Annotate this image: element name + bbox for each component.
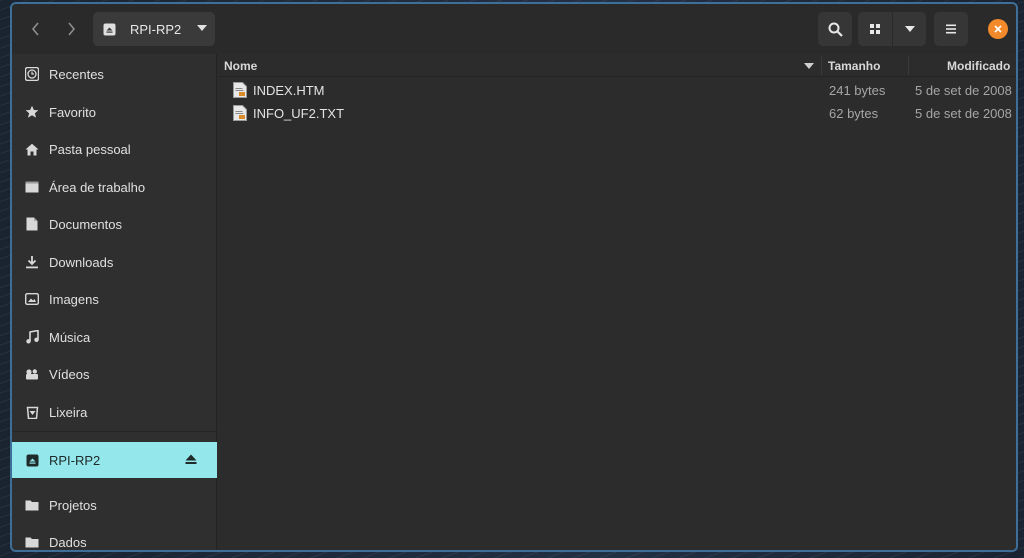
sidebar-item-label: Área de trabalho [49,179,146,195]
sidebar-item-downloads[interactable]: Downloads [12,244,217,280]
clock-icon [24,66,40,82]
file-size: 241 bytes [829,83,886,98]
sidebar-item-label: Favorito [49,104,96,120]
sidebar-item-label: RPI-RP2 [49,452,101,468]
sidebar-bookmark-projetos[interactable]: Projetos [12,487,217,523]
download-icon [24,254,40,270]
drive-icon [24,452,40,468]
sidebar-device-rpi-rp2[interactable]: RPI-RP2 [12,442,217,478]
hamburger-icon [946,24,956,34]
sidebar-item-label: Vídeos [49,366,90,382]
sidebar-item-label: Música [49,329,91,345]
sidebar-item-favorito[interactable]: Favorito [12,94,217,130]
sidebar-item-label: Downloads [49,254,114,270]
file-row[interactable]: INFO_UF2.TXT 62 bytes 5 de set de 2008 [218,102,1016,125]
chevron-left-icon [31,22,39,36]
sidebar-divider [12,431,217,432]
column-separator[interactable] [908,56,909,75]
grid-icon [870,24,880,34]
navigation-buttons [18,12,88,46]
search-icon [828,22,843,37]
sidebar-item-label: Pasta pessoal [49,141,131,157]
location-label: RPI-RP2 [130,21,182,37]
sidebar-item-recentes[interactable]: Recentes [12,56,217,92]
sidebar-item-pasta-pessoal[interactable]: Pasta pessoal [12,131,217,167]
sidebar-item-lixeira[interactable]: Lixeira [12,394,217,430]
music-icon [24,329,40,345]
file-size: 62 bytes [829,106,879,121]
sidebar-item-documentos[interactable]: Documentos [12,206,217,242]
sidebar-item-label: Dados [49,534,87,550]
sidebar-item-label: Recentes [49,66,104,82]
sidebar-item-label: Documentos [49,216,122,232]
column-header: Nome Tamanho Modificado [218,54,1016,77]
view-dropdown-button[interactable] [892,12,926,46]
view-options [858,12,926,46]
sidebar-item-musica[interactable]: Música [12,319,217,355]
file-name: INDEX.HTM [253,83,325,98]
file-list: Nome Tamanho Modificado INDEX.HTM 241 by… [218,54,1016,550]
text-file-icon [233,82,247,98]
sidebar-item-videos[interactable]: Vídeos [12,356,217,392]
close-button[interactable] [988,19,1008,39]
home-icon [24,141,40,157]
sidebar-item-label: Imagens [49,291,99,307]
sidebar: Recentes Favorito Pasta pessoal Área de … [12,54,217,550]
trash-icon [24,404,40,420]
column-name-header[interactable]: Nome [224,59,257,73]
chevron-down-icon [197,25,207,31]
back-button[interactable] [18,12,53,46]
folder-icon [24,497,40,513]
text-file-icon [233,105,247,121]
sidebar-item-label: Lixeira [49,404,88,420]
forward-button[interactable] [53,12,88,46]
drive-icon [103,23,116,35]
chevron-right-icon [67,22,75,36]
location-button[interactable]: RPI-RP2 [93,12,215,46]
file-manager-window: RPI-RP2 Recentes Favorito Pasta pessoal … [10,2,1018,552]
desktop-icon [24,179,40,195]
chevron-down-icon [904,26,915,32]
file-modified: 5 de set de 2008 [915,83,1012,98]
column-separator[interactable] [821,56,822,75]
sidebar-item-area-de-trabalho[interactable]: Área de trabalho [12,169,217,205]
file-row[interactable]: INDEX.HTM 241 bytes 5 de set de 2008 [218,79,1016,102]
sidebar-bookmark-dados[interactable]: Dados [12,524,217,550]
file-name: INFO_UF2.TXT [253,106,345,121]
sort-descending-icon[interactable] [804,63,814,69]
header-bar: RPI-RP2 [12,4,1016,54]
grid-view-button[interactable] [858,12,892,46]
folder-icon [24,534,40,550]
sidebar-item-label: Projetos [49,497,97,513]
search-button[interactable] [818,12,852,46]
star-icon [24,104,40,120]
document-icon [24,216,40,232]
video-icon [24,366,40,382]
column-size-header[interactable]: Tamanho [828,59,880,73]
eject-button[interactable] [185,453,197,468]
eject-icon [185,454,197,464]
menu-button[interactable] [934,12,968,46]
column-modified-header[interactable]: Modificado [947,59,1010,73]
sidebar-item-imagens[interactable]: Imagens [12,281,217,317]
image-icon [24,291,40,307]
file-modified: 5 de set de 2008 [915,106,1012,121]
close-icon [994,25,1002,33]
